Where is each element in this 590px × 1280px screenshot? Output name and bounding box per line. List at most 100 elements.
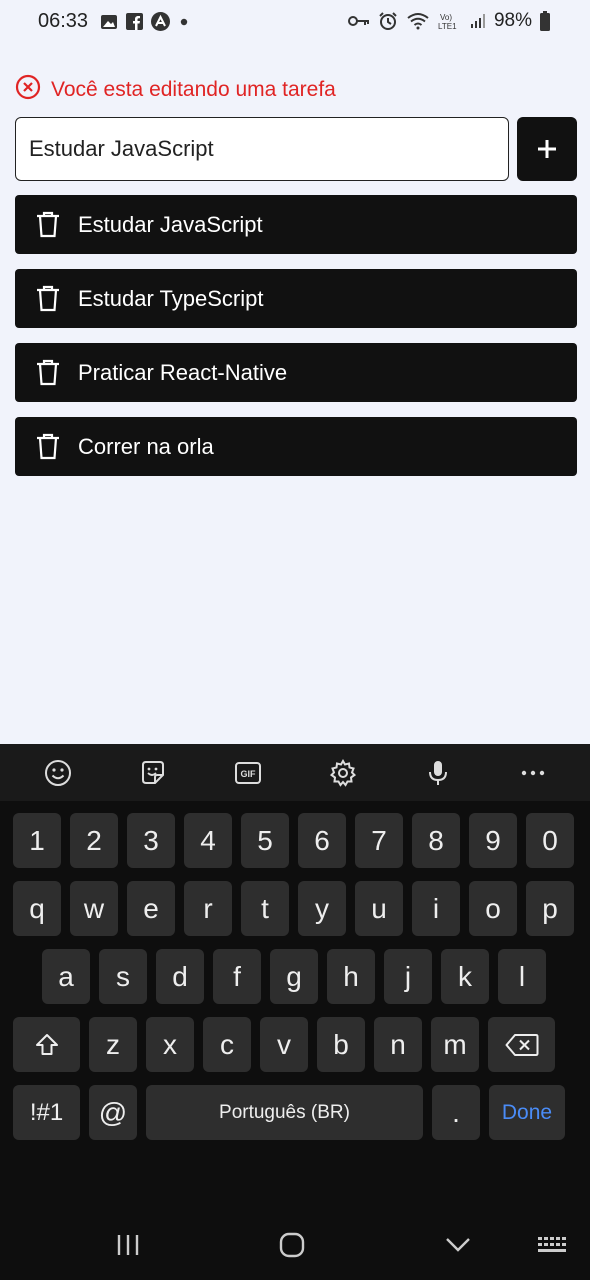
key-6[interactable]: 6 — [298, 813, 346, 868]
trash-icon[interactable] — [15, 285, 77, 312]
key-w[interactable]: w — [70, 881, 118, 936]
editing-banner-text: Você esta editando uma tarefa — [51, 78, 336, 101]
navigation-bar — [0, 1208, 590, 1280]
close-circle-icon[interactable] — [15, 74, 41, 106]
trash-icon[interactable] — [15, 359, 77, 386]
task-label: Praticar React-Native — [78, 359, 288, 385]
plus-icon — [538, 140, 556, 158]
key-s[interactable]: s — [99, 949, 147, 1004]
app-icon — [151, 12, 170, 31]
mic-icon[interactable] — [418, 753, 458, 793]
key-8[interactable]: 8 — [412, 813, 460, 868]
task-label: Estudar TypeScript — [78, 285, 264, 311]
key-0[interactable]: 0 — [526, 813, 574, 868]
key-t[interactable]: t — [241, 881, 289, 936]
key-c[interactable]: c — [203, 1017, 251, 1072]
battery-text: 98% — [493, 10, 532, 31]
key-9[interactable]: 9 — [469, 813, 517, 868]
q-row: q w e r t y u i o p — [13, 881, 577, 936]
home-icon[interactable] — [272, 1230, 312, 1260]
period-key[interactable]: . — [432, 1085, 480, 1140]
volte-icon: Vo) LTE1 — [438, 12, 462, 30]
key-r[interactable]: r — [184, 881, 232, 936]
done-key[interactable]: Done — [489, 1085, 565, 1140]
task-label: Estudar JavaScript — [78, 211, 263, 237]
status-bar: 06:33 Vo) LTE1 98% — [0, 0, 590, 44]
status-time: 06:33 — [38, 10, 89, 32]
on-screen-keyboard: GIF 1 2 3 4 5 6 7 8 9 0 q w e r t y u i … — [0, 744, 590, 1208]
key-v[interactable]: v — [260, 1017, 308, 1072]
task-item[interactable]: Estudar TypeScript — [15, 269, 577, 328]
gif-icon[interactable]: GIF — [228, 753, 268, 793]
recents-icon[interactable] — [108, 1230, 148, 1260]
key-d[interactable]: d — [156, 949, 204, 1004]
shift-icon — [35, 1033, 58, 1055]
wifi-icon — [406, 12, 430, 30]
key-4[interactable]: 4 — [184, 813, 232, 868]
key-k[interactable]: k — [441, 949, 489, 1004]
gallery-icon — [100, 14, 118, 30]
space-key[interactable]: Português (BR) — [146, 1085, 423, 1140]
key-5[interactable]: 5 — [241, 813, 289, 868]
key-7[interactable]: 7 — [355, 813, 403, 868]
key-p[interactable]: p — [526, 881, 574, 936]
svg-text:Vo): Vo) — [440, 13, 452, 22]
key-f[interactable]: f — [213, 949, 261, 1004]
settings-icon[interactable] — [323, 753, 363, 793]
at-key[interactable]: @ — [89, 1085, 137, 1140]
key-q[interactable]: q — [13, 881, 61, 936]
key-n[interactable]: n — [374, 1017, 422, 1072]
a-row: a s d f g h j k l — [13, 949, 577, 1004]
key-l[interactable]: l — [498, 949, 546, 1004]
key-h[interactable]: h — [327, 949, 375, 1004]
key-3[interactable]: 3 — [127, 813, 175, 868]
task-item[interactable]: Correr na orla — [15, 417, 577, 476]
number-row: 1 2 3 4 5 6 7 8 9 0 — [13, 813, 577, 868]
key-o[interactable]: o — [469, 881, 517, 936]
key-j[interactable]: j — [384, 949, 432, 1004]
facebook-icon — [126, 13, 143, 30]
key-y[interactable]: y — [298, 881, 346, 936]
status-right: Vo) LTE1 98% — [347, 10, 550, 32]
bottom-row: !#1 @ Português (BR) . Done — [13, 1085, 577, 1140]
back-icon[interactable] — [438, 1230, 478, 1260]
keyboard-icon[interactable] — [532, 1230, 572, 1260]
key-x[interactable]: x — [146, 1017, 194, 1072]
svg-text:LTE1: LTE1 — [438, 22, 457, 30]
emoji-icon[interactable] — [38, 753, 78, 793]
task-label: Correr na orla — [78, 433, 214, 459]
task-input-row — [15, 117, 577, 181]
backspace-key[interactable] — [488, 1017, 555, 1072]
task-item[interactable]: Estudar JavaScript — [15, 195, 577, 254]
key-b[interactable]: b — [317, 1017, 365, 1072]
editing-banner: Você esta editando uma tarefa — [15, 74, 336, 106]
trash-icon[interactable] — [15, 433, 77, 460]
dot-icon — [178, 16, 190, 28]
alarm-icon — [378, 11, 398, 31]
key-m[interactable]: m — [431, 1017, 479, 1072]
backspace-icon — [505, 1033, 538, 1056]
key-a[interactable]: a — [42, 949, 90, 1004]
z-row: z x c v b n m — [13, 1017, 577, 1072]
key-g[interactable]: g — [270, 949, 318, 1004]
svg-text:GIF: GIF — [240, 769, 256, 779]
task-input[interactable] — [15, 117, 509, 181]
trash-icon[interactable] — [15, 211, 77, 238]
shift-key[interactable] — [13, 1017, 80, 1072]
key-i[interactable]: i — [412, 881, 460, 936]
key-2[interactable]: 2 — [70, 813, 118, 868]
key-1[interactable]: 1 — [13, 813, 61, 868]
vpn-key-icon — [347, 14, 370, 28]
sticker-icon[interactable] — [133, 753, 173, 793]
key-e[interactable]: e — [127, 881, 175, 936]
more-icon[interactable] — [513, 753, 553, 793]
key-u[interactable]: u — [355, 881, 403, 936]
signal-icon — [470, 13, 486, 29]
add-task-button[interactable] — [517, 117, 577, 181]
keyboard-toolbar: GIF — [0, 744, 590, 801]
symbols-key[interactable]: !#1 — [13, 1085, 80, 1140]
key-z[interactable]: z — [89, 1017, 137, 1072]
battery-icon — [540, 11, 550, 31]
task-item[interactable]: Praticar React-Native — [15, 343, 577, 402]
status-left-icons — [100, 12, 190, 31]
